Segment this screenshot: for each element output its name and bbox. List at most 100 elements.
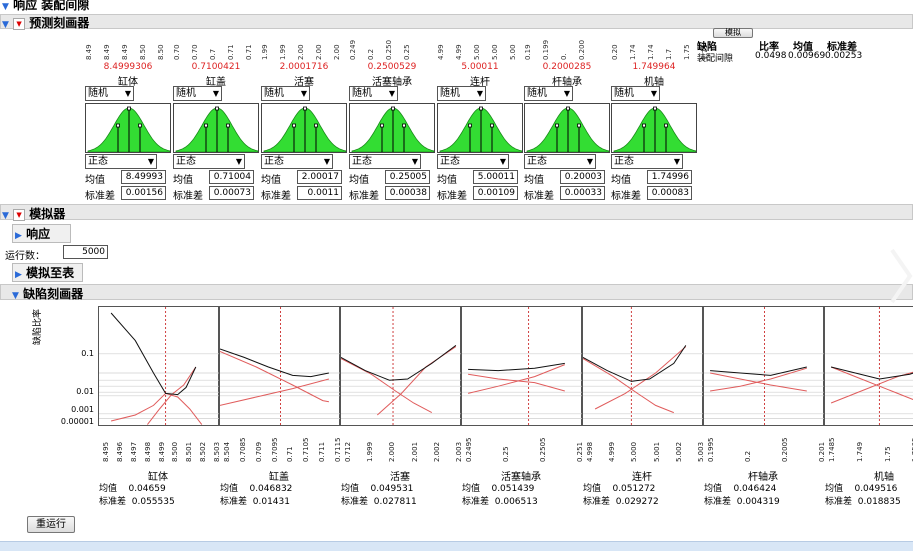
red-triangle-menu-icon[interactable]: ▼ [13,17,26,30]
mean-input[interactable]: 0.71004 [209,170,254,184]
sd-input[interactable]: 0.00156 [121,186,166,200]
distribution-plot[interactable] [524,103,610,153]
sd-input[interactable]: 0.00109 [473,186,518,200]
rerun-button[interactable]: 重运行 [27,516,75,533]
factor-current-value[interactable]: 5.00011 [437,62,523,72]
x-tick-label: 0.2505 [539,437,547,463]
sampling-value: 随机 [527,88,547,99]
sampling-value: 随机 [264,88,284,99]
sd-input[interactable]: 0.00033 [560,186,605,200]
red-triangle-menu-icon[interactable]: ▼ [13,208,26,221]
factor-current-value[interactable]: 0.2500529 [349,62,435,72]
defect-profile-panel[interactable] [98,306,220,427]
defect-rate: 0.0498 [755,51,787,61]
sampling-dropdown[interactable]: 随机 ▼ [437,86,486,101]
x-tick-label: 0.71 [286,446,295,462]
x-tick-label: 2.001 [410,441,419,462]
mean-input[interactable]: 0.25005 [385,170,430,184]
distribution-plot[interactable] [261,103,347,153]
mean-label: 均值 [85,175,105,186]
defect-profile-panel[interactable] [340,306,462,427]
x-tick-label: 0.2495 [465,437,473,463]
expand-icon[interactable]: ▶ [15,270,22,280]
defect-profile-panel[interactable] [824,306,913,427]
distribution-plot[interactable] [437,103,523,153]
defect-profile-panel[interactable] [582,306,704,427]
distribution-dropdown[interactable]: 正态 ▼ [85,154,157,169]
panel-sd: 标准差 0.055535 [99,494,175,507]
sampling-dropdown[interactable]: 随机 ▼ [261,86,310,101]
panel-sd: 标准差 0.006513 [462,494,538,507]
simulate-to-table-header[interactable]: ▶ 模拟至表 [12,263,84,282]
simulator-header[interactable]: ▼ ▼ 模拟器 [2,205,65,222]
disclosure-icon[interactable]: ▼ [2,211,9,221]
factor-tick-label: 5.00 [473,44,481,60]
disclosure-icon[interactable]: ▼ [2,2,9,12]
response-header[interactable]: ▼ 响应 装配间隙 [2,0,89,13]
defect-curve-plot [704,307,825,427]
sd-label: 标准差 [611,191,641,202]
runs-input[interactable]: 5000 [63,245,108,259]
distribution-dropdown[interactable]: 正态 ▼ [437,154,509,169]
normal-curve [439,106,522,152]
distribution-dropdown[interactable]: 正态 ▼ [173,154,245,169]
distribution-dropdown[interactable]: 正态 ▼ [349,154,421,169]
panel-mean: 均值 0.051272 [583,481,655,494]
factor-tick-label: 1.7 [665,48,673,60]
mean-label: 均值 [583,484,602,494]
distribution-plot[interactable] [349,103,435,153]
sd-value: 0.029272 [615,497,659,507]
sd-input[interactable]: 0.00073 [209,186,254,200]
mean-input[interactable]: 1.74996 [647,170,692,184]
factor-current-value[interactable]: 8.4999306 [85,62,171,72]
sampling-dropdown[interactable]: 随机 ▼ [611,86,660,101]
chevron-down-icon: ▼ [212,89,219,98]
defect-profile-panel[interactable] [219,306,341,427]
disclosure-icon[interactable]: ▼ [12,291,19,301]
mean-label: 均值 [437,175,457,186]
sampling-dropdown[interactable]: 随机 ▼ [85,86,134,101]
x-tick-label: 0.709 [254,441,263,462]
distribution-dropdown[interactable]: 正态 ▼ [611,154,683,169]
factor-tick-label: 2.00 [297,44,305,60]
sampling-dropdown[interactable]: 随机 ▼ [173,86,222,101]
disclosure-icon[interactable]: ▼ [2,20,9,30]
sd-input[interactable]: 0.00038 [385,186,430,200]
sampling-dropdown[interactable]: 随机 ▼ [524,86,573,101]
defect-profile-panel[interactable] [461,306,583,427]
defect-mean: 0.00969 [788,51,826,61]
factor-current-value[interactable]: 0.2000285 [524,62,610,72]
factor-tick-label: 0.70 [191,44,199,60]
factor-tick-label: 2.00 [333,44,341,60]
simulate-button[interactable]: 模拟 [713,28,753,38]
mean-input[interactable]: 2.00017 [297,170,342,184]
mean-input[interactable]: 5.00011 [473,170,518,184]
distribution-dropdown[interactable]: 正态 ▼ [261,154,333,169]
distribution-plot[interactable] [173,103,259,153]
defect-profiler-header[interactable]: ▼ 缺陷刻画器 [12,285,83,302]
defect-profile-panel[interactable] [703,306,825,427]
mean-input[interactable]: 8.49993 [121,170,166,184]
distribution-dropdown[interactable]: 正态 ▼ [524,154,596,169]
sd-input[interactable]: 0.00083 [647,186,692,200]
defect-name: 装配间隙 [697,54,734,64]
factor-current-value[interactable]: 0.7100421 [173,62,259,72]
x-tick-label: 1.749 [855,441,864,462]
chevron-right-icon[interactable] [888,246,913,306]
x-tick-label: 0.7115 [334,437,342,463]
factor-tick-label: 1.74 [647,44,655,60]
panel-mean: 均值 0.049531 [341,481,413,494]
factor-current-value[interactable]: 2.0001716 [261,62,347,72]
factor-tick-label: 1.99 [279,44,287,60]
chevron-down-icon: ▼ [235,157,242,166]
distribution-plot[interactable] [85,103,171,153]
sampling-dropdown[interactable]: 随机 ▼ [349,86,398,101]
sd-input[interactable]: 0.0011 [297,186,342,200]
factor-current-value[interactable]: 1.749964 [611,62,697,72]
predictor-header[interactable]: ▼ ▼ 预测刻画器 [2,14,89,31]
mean-input[interactable]: 0.20003 [560,170,605,184]
sampling-value: 随机 [352,88,372,99]
distribution-plot[interactable] [611,103,697,153]
response-subheader[interactable]: ▶ 响应 [12,224,72,243]
expand-icon[interactable]: ▶ [15,231,22,241]
